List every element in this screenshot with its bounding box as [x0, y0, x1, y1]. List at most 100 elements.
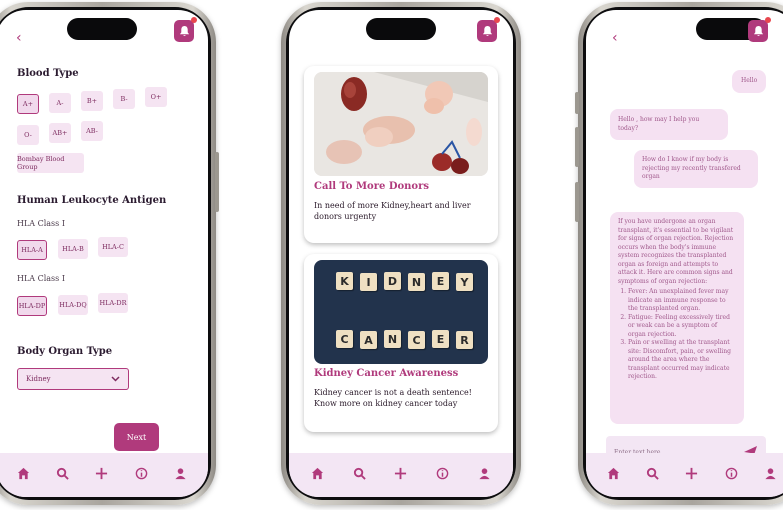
- blood-chip-b-pos[interactable]: B+: [81, 91, 103, 111]
- blood-chip-ab-neg[interactable]: AB-: [81, 121, 103, 141]
- blood-chip-ab-pos[interactable]: AB+: [49, 123, 71, 143]
- tab-add[interactable]: [682, 463, 702, 483]
- tab-info[interactable]: [721, 463, 741, 483]
- hla-chip-c[interactable]: HLA-C: [98, 237, 128, 257]
- organ-models-illustration: [314, 72, 488, 176]
- chat-message-user: Hello: [732, 70, 767, 93]
- next-button[interactable]: Next: [114, 423, 159, 451]
- organ-type-title: Body Organ Type: [17, 346, 113, 357]
- tab-search[interactable]: [643, 463, 663, 483]
- hla-chip-b[interactable]: HLA-B: [58, 239, 88, 259]
- tab-search[interactable]: [349, 463, 369, 483]
- tab-profile[interactable]: [170, 463, 190, 483]
- back-button[interactable]: ‹: [612, 30, 618, 46]
- scrabble-tile: R: [456, 331, 473, 349]
- tab-add[interactable]: [391, 463, 411, 483]
- scrabble-tiles-image: KIDNEY CANCER: [314, 260, 488, 364]
- search-icon: [353, 467, 366, 480]
- bot-reply-intro: If you have undergone an organ transplan…: [618, 218, 734, 285]
- profile-icon: [765, 467, 776, 479]
- tab-info[interactable]: [131, 463, 151, 483]
- hla-chip-a[interactable]: HLA-A: [17, 240, 47, 260]
- card-description: Kidney cancer is not a death sentence! K…: [314, 388, 472, 408]
- tab-search[interactable]: [53, 463, 73, 483]
- blood-chip-o-neg[interactable]: O-: [17, 125, 39, 145]
- scrabble-tile: A: [360, 331, 377, 349]
- hla-class1-label: HLA Class I: [17, 219, 65, 228]
- screen-chat: ‹ Hello Hello , how may I help you today…: [586, 10, 783, 497]
- add-icon: [395, 467, 407, 479]
- news-card-kidney-cancer[interactable]: KIDNEY CANCER Kidney Cancer Awareness Ki…: [304, 254, 498, 432]
- phone-news-feed: Call To More Donors In need of more Kidn…: [281, 2, 521, 505]
- bot-reply-point: Pain or swelling at the transplant site:…: [628, 339, 736, 382]
- scrabble-tile: D: [384, 272, 401, 290]
- tab-home[interactable]: [604, 463, 624, 483]
- card-title: Call To More Donors: [314, 181, 429, 192]
- add-icon: [96, 467, 108, 479]
- tab-profile[interactable]: [474, 463, 494, 483]
- chat-message-bot: Hello , how may I help you today?: [610, 109, 728, 140]
- bot-reply-point: Fatigue: Feeling excessively tired or we…: [628, 314, 736, 340]
- hla-chip-dr[interactable]: HLA-DR: [98, 293, 128, 313]
- tab-home[interactable]: [14, 463, 34, 483]
- home-icon: [18, 467, 30, 479]
- screen-blood-type: ‹ Blood Type A+ A- B+ B- O+ O- AB+ AB- B…: [0, 10, 208, 497]
- scrabble-tile: Y: [456, 273, 473, 291]
- back-button[interactable]: ‹: [16, 30, 22, 46]
- organ-type-select[interactable]: Kidney: [17, 368, 129, 390]
- tab-profile[interactable]: [760, 463, 780, 483]
- profile-icon: [175, 467, 186, 479]
- blood-chip-b-neg[interactable]: B-: [113, 89, 135, 109]
- side-button: [215, 152, 219, 212]
- notification-bell-button[interactable]: [477, 17, 500, 42]
- add-icon: [686, 467, 698, 479]
- tab-add[interactable]: [92, 463, 112, 483]
- blood-chip-a-pos[interactable]: A+: [17, 94, 39, 114]
- chevron-down-icon: [111, 376, 120, 382]
- blood-type-title: Blood Type: [17, 68, 79, 79]
- hla-chip-dp[interactable]: HLA-DP: [17, 296, 47, 316]
- profile-icon: [479, 467, 490, 479]
- blood-chip-o-pos[interactable]: O+: [145, 87, 167, 107]
- side-button: [575, 127, 579, 167]
- tab-info[interactable]: [433, 463, 453, 483]
- phone-blood-type: ‹ Blood Type A+ A- B+ B- O+ O- AB+ AB- B…: [0, 2, 219, 505]
- news-card-donors[interactable]: Call To More Donors In need of more Kidn…: [304, 66, 498, 243]
- home-icon: [608, 467, 620, 479]
- phone-chat: ‹ Hello Hello , how may I help you today…: [575, 2, 783, 505]
- search-icon: [57, 467, 70, 480]
- notification-dot: [494, 17, 500, 23]
- info-icon: [436, 467, 449, 479]
- tab-bar: [0, 453, 208, 497]
- bell-icon: [482, 25, 492, 37]
- bot-reply-point: Fever: An unexplained fever may indicate…: [628, 288, 736, 314]
- dynamic-island: [67, 18, 137, 40]
- chat-message-bot: If you have undergone an organ transplan…: [610, 212, 744, 424]
- bell-icon: [179, 25, 189, 37]
- notification-dot: [191, 17, 197, 23]
- tab-home[interactable]: [308, 463, 328, 483]
- scrabble-tile: C: [408, 331, 425, 349]
- hla-chip-dq[interactable]: HLA-DQ: [58, 295, 88, 315]
- blood-chip-bombay[interactable]: Bombay Blood Group: [17, 153, 84, 173]
- blood-chip-a-neg[interactable]: A-: [49, 93, 71, 113]
- tab-bar: [289, 453, 513, 497]
- scrabble-tile: E: [432, 272, 449, 290]
- info-icon: [725, 467, 737, 479]
- notification-bell-button[interactable]: [748, 17, 771, 42]
- hla-title: Human Leukocyte Antigen: [17, 195, 167, 206]
- side-button: [575, 92, 579, 114]
- hla-class2-label: HLA Class I: [17, 274, 65, 283]
- organ-type-value: Kidney: [26, 375, 51, 383]
- scrabble-tile: N: [384, 330, 401, 348]
- info-icon: [135, 467, 147, 479]
- bot-reply-list: Fever: An unexplained fever may indicate…: [618, 288, 736, 382]
- card-title: Kidney Cancer Awareness: [314, 368, 459, 379]
- card-description: In need of more Kidney,heart and liver d…: [314, 201, 471, 221]
- bell-icon: [753, 25, 763, 37]
- dynamic-island: [366, 18, 436, 40]
- notification-bell-button[interactable]: [174, 17, 197, 42]
- search-icon: [647, 467, 660, 480]
- scrabble-tile: N: [408, 273, 425, 291]
- scrabble-tile: K: [336, 272, 353, 290]
